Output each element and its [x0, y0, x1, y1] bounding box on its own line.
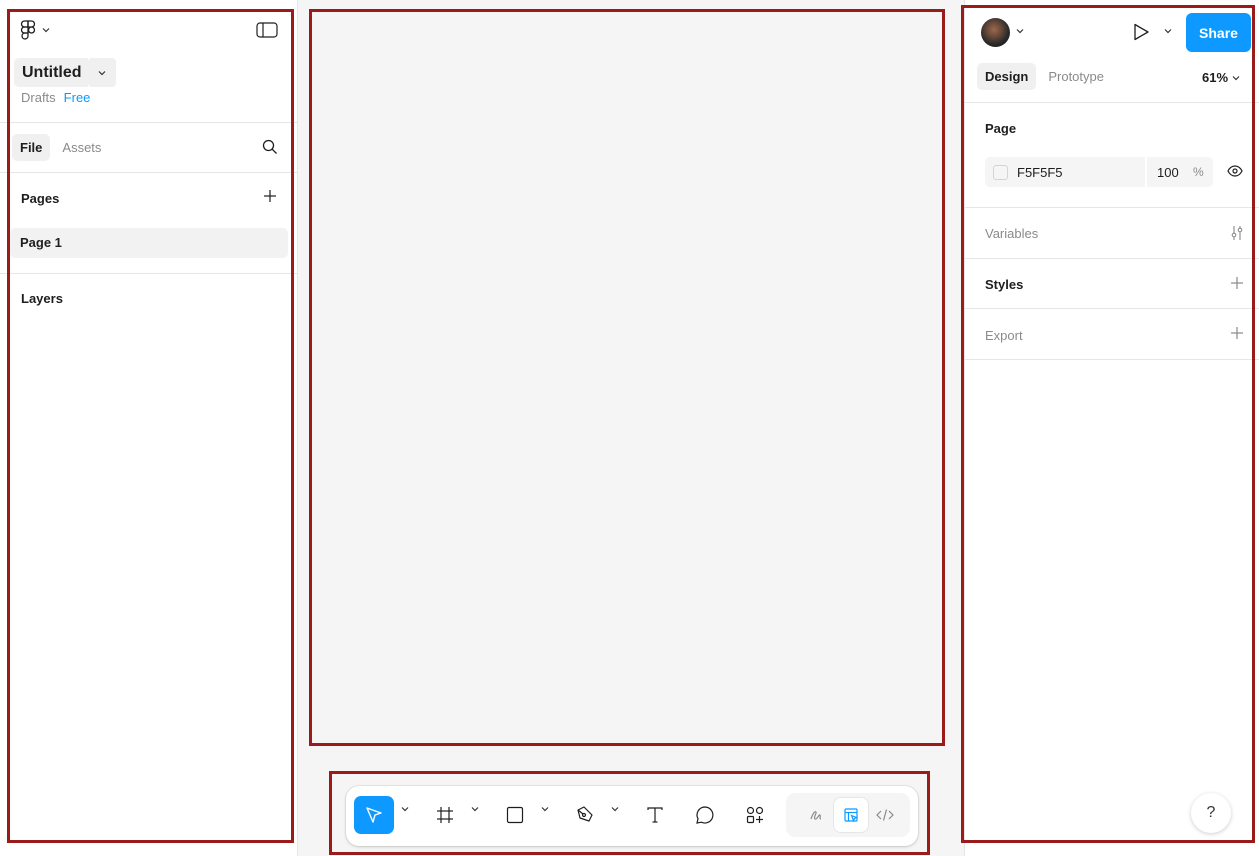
divider	[965, 207, 1259, 208]
toggle-sidebar-icon[interactable]	[256, 22, 278, 38]
figma-app: Untitled Drafts Free File Assets Pages P…	[0, 0, 1259, 856]
page-color-field[interactable]: F5F5F5 100 %	[985, 157, 1213, 187]
zoom-level: 61%	[1202, 70, 1229, 85]
divider	[965, 102, 1259, 103]
divider	[965, 308, 1259, 309]
avatar[interactable]	[981, 18, 1010, 47]
tab-assets[interactable]: Assets	[54, 134, 109, 161]
chevron-down-icon[interactable]	[611, 806, 619, 812]
chevron-down-icon[interactable]	[541, 806, 549, 812]
text-tool-button[interactable]	[638, 796, 672, 834]
chevron-down-icon	[98, 70, 106, 76]
page-list-item[interactable]: Page 1	[10, 228, 288, 258]
add-style-icon[interactable]	[1230, 276, 1244, 290]
eye-icon[interactable]	[1227, 165, 1243, 177]
cursor-icon	[364, 805, 384, 825]
page-section-header: Page	[985, 121, 1017, 136]
variables-label: Variables	[985, 226, 1039, 241]
drafts-link[interactable]: Drafts	[21, 90, 56, 105]
draw-mode-button[interactable]	[800, 798, 834, 832]
zoom-dropdown[interactable]: 61%	[1202, 70, 1240, 85]
mode-switcher	[786, 793, 910, 837]
file-title-group: Untitled	[14, 58, 116, 87]
add-page-icon[interactable]	[263, 189, 277, 203]
search-icon[interactable]	[262, 139, 278, 155]
file-location: Drafts Free	[21, 90, 90, 105]
divider	[0, 273, 298, 274]
divider	[0, 172, 298, 173]
file-title[interactable]: Untitled	[14, 58, 88, 87]
tab-design[interactable]: Design	[977, 63, 1037, 90]
pages-header: Pages	[21, 191, 60, 206]
export-label: Export	[985, 328, 1023, 343]
tab-prototype[interactable]: Prototype	[1040, 63, 1112, 90]
plan-badge[interactable]: Free	[64, 90, 91, 105]
comment-icon	[695, 805, 715, 825]
add-export-icon[interactable]	[1230, 326, 1244, 340]
share-button[interactable]: Share	[1186, 13, 1251, 52]
canvas[interactable]	[298, 0, 964, 856]
move-tool-button[interactable]	[354, 796, 394, 834]
chevron-down-icon[interactable]	[1016, 28, 1024, 34]
chevron-down-icon[interactable]	[1164, 28, 1172, 34]
dev-mode-button[interactable]	[868, 798, 902, 832]
actions-tool-button[interactable]	[738, 796, 772, 834]
pen-tool-button[interactable]	[568, 796, 602, 834]
divider	[0, 122, 298, 123]
main-menu-button[interactable]	[20, 20, 50, 40]
right-sidebar: Share Design Prototype 61% Page F5F5F5 1…	[964, 0, 1259, 856]
variables-sliders-icon[interactable]	[1230, 225, 1244, 241]
draw-icon	[809, 807, 825, 823]
figma-logo-icon	[20, 20, 36, 40]
components-icon	[745, 805, 765, 825]
right-tabs: Design Prototype	[977, 63, 1112, 90]
chevron-down-icon	[42, 27, 50, 33]
frame-tool-button[interactable]	[428, 796, 462, 834]
color-swatch[interactable]	[993, 165, 1008, 180]
design-mode-button[interactable]	[834, 798, 868, 832]
code-icon	[876, 808, 894, 822]
present-play-icon[interactable]	[1131, 22, 1151, 42]
styles-header: Styles	[985, 277, 1024, 292]
design-mode-icon	[843, 807, 859, 823]
bottom-toolbar	[346, 786, 918, 846]
left-sidebar: Untitled Drafts Free File Assets Pages P…	[0, 0, 298, 856]
divider	[965, 258, 1259, 259]
pen-icon	[575, 805, 595, 825]
rectangle-icon	[506, 806, 524, 824]
divider	[965, 359, 1259, 360]
text-icon	[646, 806, 664, 824]
left-tabs: File Assets	[12, 134, 109, 161]
file-menu-button[interactable]	[87, 58, 116, 87]
tab-file[interactable]: File	[12, 134, 51, 161]
help-button[interactable]: ?	[1191, 793, 1231, 833]
layers-header: Layers	[21, 291, 63, 306]
opacity-value: 100	[1157, 165, 1179, 180]
chevron-down-icon[interactable]	[401, 806, 409, 812]
page-color-hex[interactable]: F5F5F5	[1017, 165, 1063, 180]
chevron-down-icon	[1232, 75, 1240, 81]
comment-tool-button[interactable]	[688, 796, 722, 834]
page-opacity-field[interactable]: 100 %	[1145, 157, 1213, 187]
opacity-unit: %	[1193, 165, 1204, 179]
frame-icon	[436, 806, 454, 824]
shape-tool-button[interactable]	[498, 796, 532, 834]
chevron-down-icon[interactable]	[471, 806, 479, 812]
